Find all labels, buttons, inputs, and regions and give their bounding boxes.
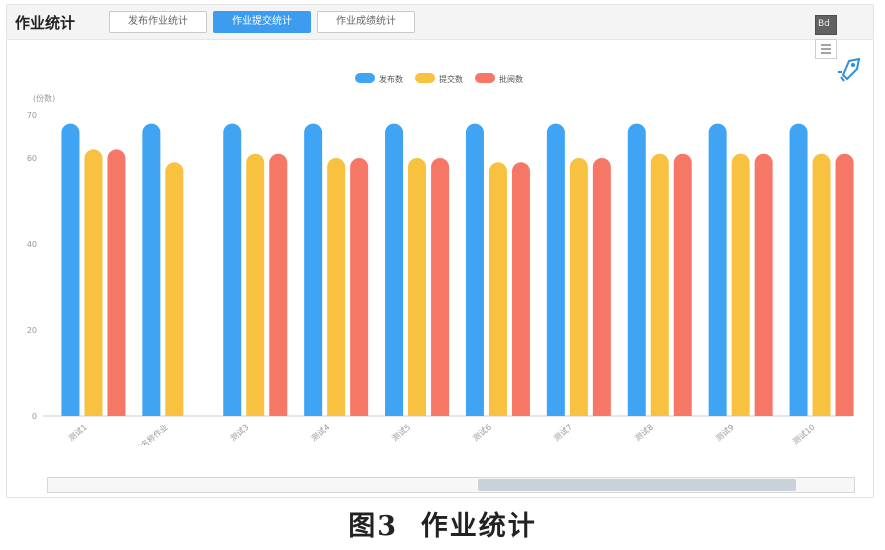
tab-publish-stats[interactable]: 发布作业统计 xyxy=(109,11,207,33)
bar-2 xyxy=(812,153,831,416)
y-axis-name: (份数) xyxy=(33,93,55,103)
stats-panel: 作业统计 发布作业统计 作业提交统计 作业成绩统计 Bd 发布数 提交数 批阅数 (份… xyxy=(6,4,874,498)
figure-caption: 图3 作业统计 xyxy=(0,504,885,543)
tab-submit-stats[interactable]: 作业提交统计 xyxy=(213,11,311,33)
bar-3 xyxy=(269,153,288,416)
bar-3 xyxy=(592,158,611,416)
bar-3 xyxy=(431,158,450,416)
caption-label: 图 xyxy=(348,511,378,542)
legend-swatch xyxy=(475,73,495,83)
bar-3 xyxy=(107,149,126,416)
caption-number: 3 xyxy=(377,511,398,542)
bar-2 xyxy=(731,153,750,416)
legend-swatch xyxy=(355,73,375,83)
legend-label: 批阅数 xyxy=(499,74,523,84)
x-tick-label: 测试7 xyxy=(552,422,575,443)
tab-score-stats[interactable]: 作业成绩统计 xyxy=(317,11,415,33)
legend-label: 发布数 xyxy=(379,74,403,84)
bar-3 xyxy=(350,158,369,416)
legend-swatch xyxy=(415,73,435,83)
bar-3 xyxy=(754,153,773,416)
y-tick-label: 0 xyxy=(32,412,37,421)
bar-3 xyxy=(673,153,692,416)
y-tick-label: 60 xyxy=(27,154,37,163)
bar-3 xyxy=(511,162,530,416)
bar-1 xyxy=(627,123,646,416)
scrollbar-thumb[interactable] xyxy=(478,479,796,491)
panel-header: 作业统计 发布作业统计 作业提交统计 作业成绩统计 xyxy=(7,5,873,40)
bar-2 xyxy=(165,162,184,416)
bar-3 xyxy=(835,153,854,416)
y-tick-label: 20 xyxy=(27,326,37,335)
caption-text: 作业统计 xyxy=(420,511,537,542)
bar-2 xyxy=(569,158,588,416)
data-zoom-scrollbar[interactable] xyxy=(47,477,855,493)
bar-1 xyxy=(61,123,80,416)
page-title: 作业统计 xyxy=(15,14,76,32)
list-icon xyxy=(821,44,831,54)
bar-2 xyxy=(327,158,346,416)
bar-1 xyxy=(142,123,161,416)
bar-1 xyxy=(223,123,242,416)
bar-1 xyxy=(789,123,808,416)
menu-button[interactable] xyxy=(815,39,837,59)
bar-1 xyxy=(465,123,484,416)
bar-1 xyxy=(546,123,565,416)
bar-1 xyxy=(708,123,727,416)
toolbox-label: Bd xyxy=(818,19,830,29)
toolbox-data-view-button[interactable]: Bd xyxy=(815,15,837,35)
bar-2 xyxy=(84,149,103,416)
x-tick-label: 测试5 xyxy=(390,422,413,443)
x-tick-label: 测试3 xyxy=(228,422,251,443)
x-tick-label: 测试1 xyxy=(66,422,89,443)
x-tick-label: 新名称作业 xyxy=(133,422,170,445)
bar-2 xyxy=(650,153,669,416)
bar-2 xyxy=(408,158,427,416)
bar-1 xyxy=(304,123,323,416)
bar-2 xyxy=(488,162,507,416)
bar-1 xyxy=(385,123,404,416)
y-tick-label: 70 xyxy=(27,111,37,120)
x-tick-label: 测试8 xyxy=(632,422,655,443)
x-tick-label: 测试6 xyxy=(471,422,494,443)
x-tick-label: 测试9 xyxy=(713,422,736,443)
bar-chart: 发布数 提交数 批阅数 (份数) 0 20 40 60 70 测试1 新名称作业 测试3 测试4 测试5 测… xyxy=(27,73,854,445)
x-tick-label: 测试10 xyxy=(790,422,816,445)
legend-label: 提交数 xyxy=(439,74,463,84)
y-tick-label: 40 xyxy=(27,240,37,249)
bar-2 xyxy=(246,153,265,416)
x-tick-label: 测试4 xyxy=(309,422,332,443)
